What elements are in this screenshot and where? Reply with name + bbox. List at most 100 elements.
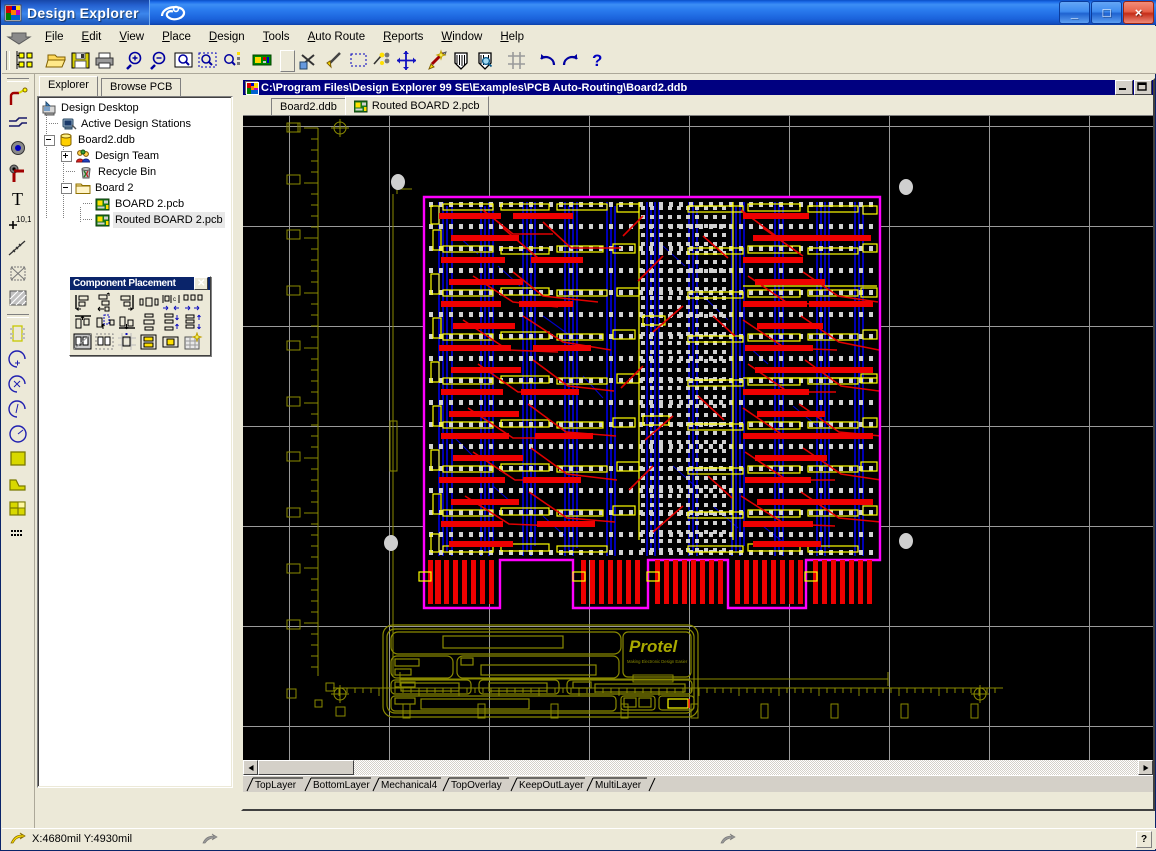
scroll-right-button[interactable] (1138, 760, 1153, 775)
place-coordinate-icon[interactable]: 10,10 (5, 211, 37, 235)
place-arc-center-icon[interactable] (5, 347, 31, 371)
align-top-icon[interactable] (72, 312, 94, 332)
place-polygon-plane-icon[interactable] (5, 261, 31, 285)
toggle-grid-icon[interactable] (505, 49, 529, 72)
place-component-icon[interactable] (5, 322, 31, 346)
place-arc-edge-icon[interactable] (5, 372, 31, 396)
space-equally-horizontal-icon[interactable] (138, 292, 160, 312)
rooms-icon[interactable] (182, 331, 204, 352)
increase-vertical-spacing-icon[interactable] (160, 312, 182, 332)
tree-item-board2-pcb[interactable]: BOARD 2.pcb (41, 196, 232, 212)
drc-icon[interactable] (450, 49, 474, 72)
place-fill-icon[interactable] (5, 286, 31, 310)
select-area-icon[interactable] (347, 49, 371, 72)
place-pad-array-icon[interactable] (5, 522, 31, 546)
layer-tab-bar[interactable]: TopLayer BottomLayer Mechanical4 TopOver… (243, 775, 1153, 792)
place-via-icon[interactable] (5, 161, 31, 185)
scroll-left-button[interactable] (243, 760, 258, 775)
tree-expander-minus-icon[interactable] (44, 134, 55, 146)
toolbar-dropdown-slot[interactable] (275, 49, 299, 72)
cut-icon[interactable] (299, 49, 323, 72)
document-restore-button[interactable] (1134, 80, 1152, 95)
menu-tools[interactable]: Tools (254, 29, 299, 45)
menu-edit[interactable]: Edit (73, 29, 111, 45)
arrange-within-rectangle-icon[interactable] (94, 332, 116, 352)
place-arc-any-angle-icon[interactable] (5, 397, 31, 421)
tree-expander-minus-icon-2[interactable] (61, 182, 72, 194)
deselect-all-icon[interactable] (371, 49, 395, 72)
place-full-circle-icon[interactable] (5, 422, 31, 446)
menu-window[interactable]: Window (432, 29, 491, 45)
place-line-icon[interactable] (5, 111, 31, 135)
tree-item-design-team[interactable]: Design Team (41, 148, 232, 164)
pcb-canvas[interactable]: Protel Making Electronic Design Easier (243, 116, 1153, 760)
save-icon[interactable] (69, 49, 93, 72)
menu-place[interactable]: Place (153, 29, 200, 45)
open-document-icon[interactable] (45, 49, 69, 72)
align-bottom-icon[interactable] (116, 312, 138, 332)
view-board-icon[interactable] (251, 49, 275, 72)
tree-item-recycle-bin[interactable]: Recycle Bin (41, 164, 232, 180)
menu-auto-route[interactable]: Auto Route (299, 29, 375, 45)
menu-file[interactable]: File (36, 29, 73, 45)
document-tab-routed-board2-pcb[interactable]: Routed BOARD 2.pcb (344, 96, 489, 115)
place-rectangle-fill-icon[interactable] (5, 447, 31, 471)
document-minimize-button[interactable] (1115, 80, 1133, 95)
zoom-area-icon[interactable] (196, 49, 220, 72)
space-equally-vertical-icon[interactable] (138, 312, 160, 332)
tree-item-active-design-stations[interactable]: Active Design Stations (41, 116, 232, 132)
maximize-button[interactable]: □ (1091, 1, 1122, 24)
undo-icon[interactable] (536, 49, 560, 72)
zoom-selected-icon[interactable] (220, 49, 244, 72)
tab-explorer[interactable]: Explorer (39, 76, 98, 96)
zoom-document-icon[interactable] (172, 49, 196, 72)
place-split-plane-icon[interactable] (5, 472, 31, 496)
close-button[interactable]: × (1123, 1, 1154, 24)
align-right-icon[interactable] (116, 292, 138, 312)
component-placement-titlebar[interactable]: Component Placement ✕ (70, 277, 210, 290)
component-text-auto-position-icon[interactable] (160, 332, 182, 352)
arrange-within-room-icon[interactable] (72, 332, 94, 352)
position-component-text-icon[interactable] (138, 332, 160, 352)
move-to-grid-icon[interactable] (116, 332, 138, 352)
auto-route-icon[interactable] (426, 48, 450, 72)
decrease-horizontal-spacing-icon[interactable] (182, 292, 204, 312)
paste-icon[interactable] (323, 49, 347, 72)
minimize-button[interactable]: _ (1059, 1, 1090, 24)
decrease-vertical-spacing-icon[interactable] (182, 312, 204, 332)
redo-icon[interactable] (560, 49, 584, 72)
design-tree[interactable]: Design Desktop Active Design Stations Bo… (37, 96, 233, 788)
tab-browse-pcb[interactable]: Browse PCB (101, 78, 182, 96)
place-interactive-routing-icon[interactable] (5, 86, 31, 110)
increase-horizontal-spacing-icon[interactable]: c (160, 292, 182, 312)
canvas-horizontal-scrollbar[interactable] (243, 760, 1153, 775)
tree-item-routed-board2-pcb[interactable]: Routed BOARD 2.pcb (41, 212, 232, 228)
help-icon[interactable]: ? (584, 49, 608, 72)
align-vertical-center-icon[interactable] (94, 312, 116, 332)
tree-item-design-desktop[interactable]: Design Desktop (41, 100, 232, 116)
tree-item-board2-ddb[interactable]: Board2.ddb (41, 132, 232, 148)
tree-item-board-2-folder[interactable]: Board 2 (41, 180, 232, 196)
print-icon[interactable] (93, 49, 117, 72)
tree-expander-plus-icon[interactable] (61, 150, 72, 162)
component-placement-close-button[interactable]: ✕ (194, 277, 208, 290)
scroll-thumb[interactable] (258, 760, 354, 775)
menu-view[interactable]: View (110, 29, 153, 45)
scroll-track[interactable] (354, 760, 1138, 775)
menu-dropdown-arrow-icon[interactable] (6, 28, 36, 46)
align-horizontal-center-icon[interactable] (94, 292, 116, 312)
menu-help[interactable]: Help (491, 29, 533, 45)
menu-reports[interactable]: Reports (374, 29, 432, 45)
place-string-icon[interactable]: T (5, 186, 31, 210)
menu-design[interactable]: Design (200, 29, 254, 45)
align-left-icon[interactable] (72, 292, 94, 312)
place-dimension-icon[interactable] (5, 236, 31, 260)
place-pad-icon[interactable] (5, 136, 31, 160)
drc-inspect-icon[interactable] (474, 49, 498, 72)
move-selection-icon[interactable] (395, 49, 419, 72)
place-copper-pour-icon[interactable] (5, 497, 31, 521)
zoom-in-icon[interactable] (124, 49, 148, 72)
toggle-design-manager-icon[interactable] (14, 49, 38, 72)
status-help-button[interactable]: ? (1136, 830, 1152, 848)
document-tab-board2-ddb[interactable]: Board2.ddb (271, 98, 346, 115)
